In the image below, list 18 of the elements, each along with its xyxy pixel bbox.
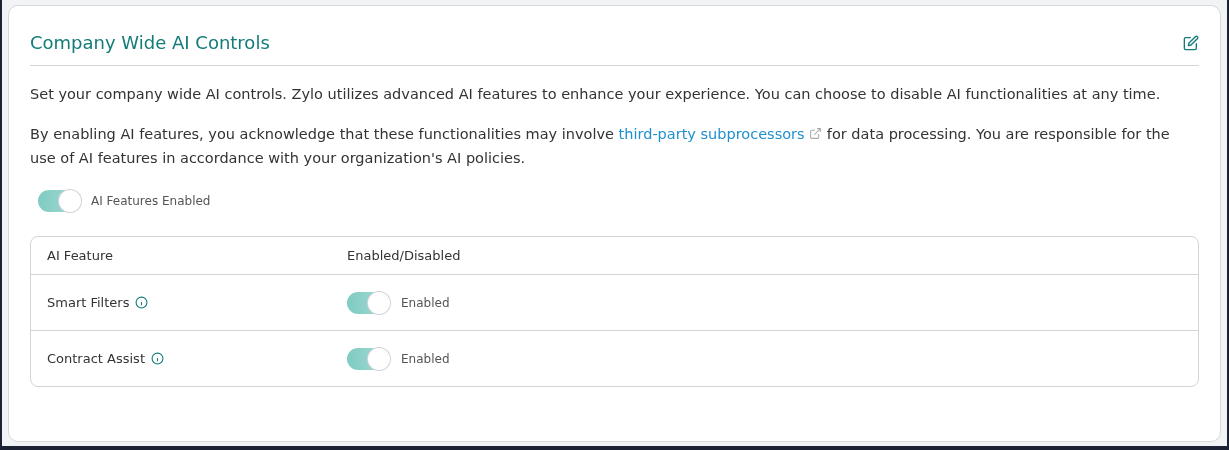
intro-text: Set your company wide AI controls. Zylo utilizes advanced AI features to enhance your experience. You can choose to disable AI functionalities at any time. bbox=[30, 85, 1162, 104]
status-label: Enabled bbox=[401, 295, 450, 310]
column-header: AI Feature bbox=[47, 248, 114, 263]
feature-name: Contract Assist bbox=[47, 351, 145, 366]
external-link-icon bbox=[809, 127, 823, 140]
toggle-switch[interactable] bbox=[347, 291, 390, 314]
toggle-label: AI Features Enabled bbox=[91, 194, 211, 208]
notice-text: By enabling AI features, you acknowledge that these functionalities may involve third-party subprocessors for data processing. You are responsible for the use of AI features in accordance with your organization's AI policies. bbox=[30, 125, 1171, 168]
subprocessors-link[interactable]: third-party subprocessors bbox=[618, 126, 805, 142]
toggle-switch[interactable] bbox=[38, 190, 81, 212]
status-label: Enabled bbox=[401, 351, 450, 366]
info-icon[interactable] bbox=[151, 352, 164, 365]
info-icon[interactable] bbox=[135, 296, 149, 309]
toggle-switch[interactable] bbox=[347, 347, 390, 370]
edit-button[interactable] bbox=[1183, 34, 1199, 51]
column-header: Enabled/Disabled bbox=[347, 248, 462, 263]
card-title: Company Wide AI Controls bbox=[30, 32, 270, 53]
feature-name: Smart Filters bbox=[47, 295, 130, 310]
